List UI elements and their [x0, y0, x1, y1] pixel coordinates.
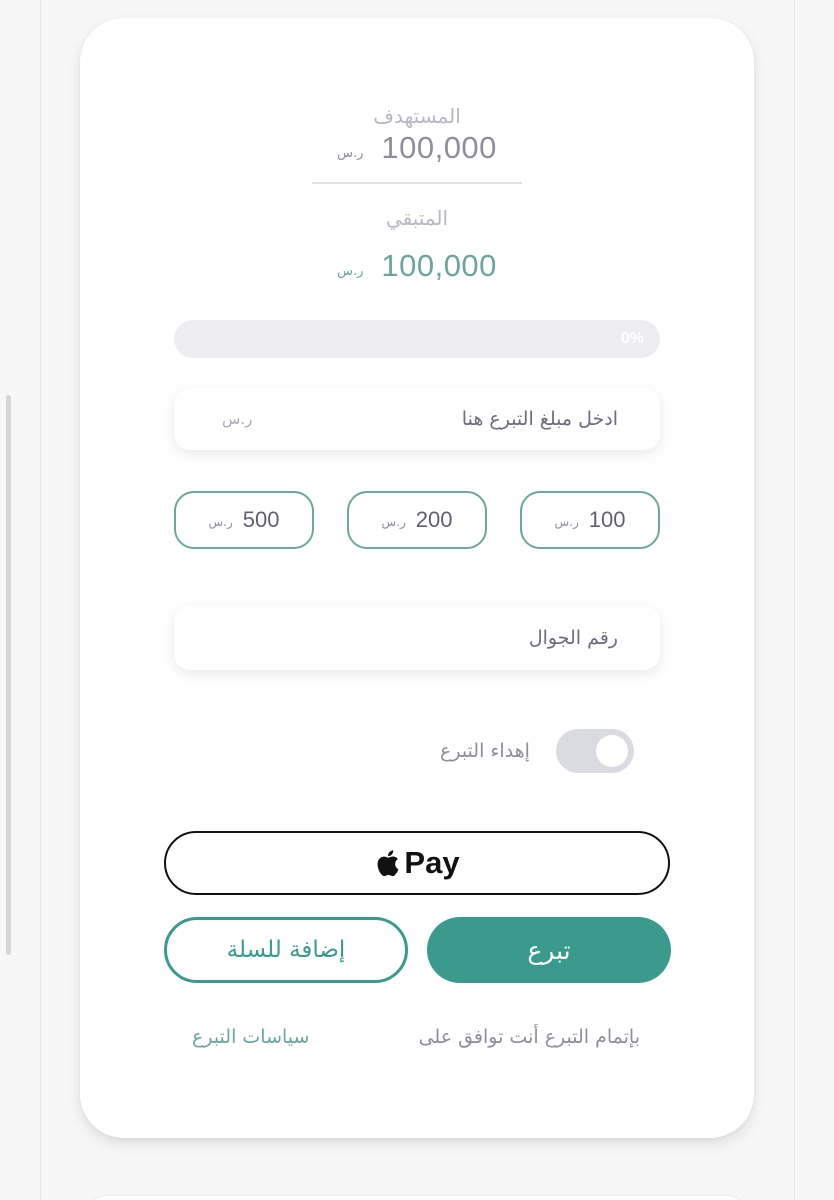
target-amount: 100,000	[381, 130, 497, 165]
toggle-knob	[595, 735, 628, 767]
apple-icon	[377, 850, 399, 877]
terms-text: بإتمام التبرع أنت توافق على	[418, 1026, 640, 1048]
donation-amount-field[interactable]: ر.س	[174, 388, 660, 450]
donation-card: المستهدف 100,000 ر.س المتبقي 100,000 ر.س…	[80, 18, 754, 1138]
target-label: المستهدف	[373, 104, 461, 128]
next-card	[80, 1196, 754, 1200]
gift-row: إهداء التبرع	[440, 728, 634, 774]
apple-pay-button[interactable]: Pay	[164, 831, 670, 895]
progress-bar: 0%	[174, 320, 660, 358]
preset-currency: ر.س	[381, 515, 406, 529]
remaining-label: المتبقي	[385, 206, 449, 230]
remaining-amount: 100,000	[381, 248, 497, 283]
remaining-currency: ر.س	[337, 264, 364, 279]
donation-amount-currency: ر.س	[222, 410, 253, 428]
phone-input[interactable]	[174, 627, 618, 649]
preset-currency: ر.س	[554, 515, 579, 529]
target-currency: ر.س	[337, 146, 364, 161]
preset-500-button[interactable]: 500 ر.س	[174, 491, 314, 549]
apple-pay-label: Pay	[404, 845, 460, 880]
phone-field[interactable]	[174, 606, 660, 670]
donate-button[interactable]: تبرع	[427, 917, 671, 983]
preset-value: 200	[415, 507, 453, 532]
preset-currency: ر.س	[208, 515, 233, 529]
add-to-cart-button[interactable]: إضافة للسلة	[164, 917, 408, 983]
preset-200-button[interactable]: 200 ر.س	[347, 491, 487, 549]
preset-value: 500	[242, 507, 280, 532]
scrollbar[interactable]	[6, 395, 11, 955]
remaining-amount-row: 100,000 ر.س	[80, 248, 754, 284]
donation-amount-input[interactable]	[252, 408, 618, 430]
gift-toggle[interactable]	[555, 729, 634, 773]
target-amount-row: 100,000 ر.س	[80, 130, 754, 166]
progress-text: 0%	[620, 330, 644, 347]
donation-policies-link[interactable]: سياسات التبرع	[192, 1026, 309, 1048]
gift-label: إهداء التبرع	[440, 740, 530, 762]
divider	[312, 182, 522, 184]
preset-100-button[interactable]: 100 ر.س	[520, 491, 660, 549]
preset-value: 100	[588, 507, 626, 532]
